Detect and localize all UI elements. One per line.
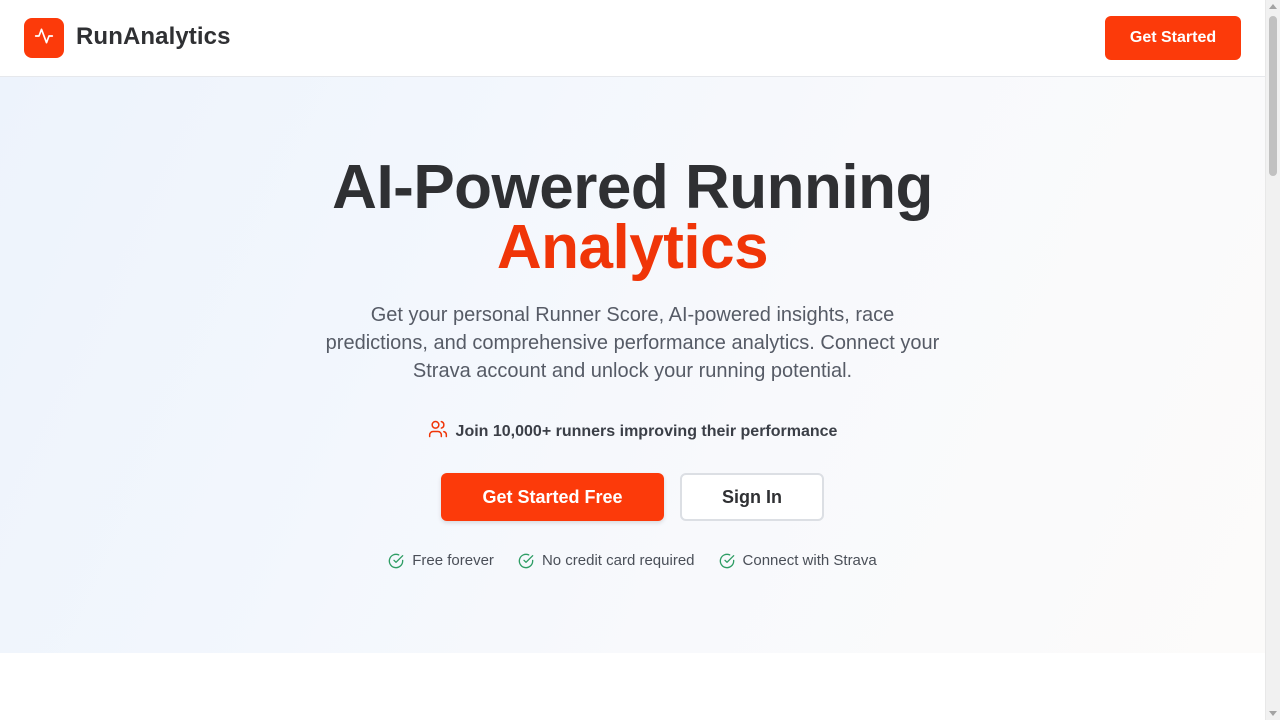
logo[interactable] <box>24 18 64 58</box>
sign-in-button[interactable]: Sign In <box>680 473 824 521</box>
get-started-button[interactable]: Get Started <box>1105 16 1241 60</box>
scroll-down-arrow[interactable] <box>1269 711 1277 716</box>
get-started-free-button[interactable]: Get Started Free <box>441 473 664 521</box>
users-icon <box>428 419 448 444</box>
check-circle-icon <box>518 553 534 569</box>
social-proof-text: Join 10,000+ runners improving their per… <box>455 422 838 440</box>
activity-icon <box>34 26 54 51</box>
check-circle-icon <box>719 553 735 569</box>
scroll-up-arrow[interactable] <box>1269 4 1277 9</box>
top-nav: RunAnalytics Get Started <box>0 0 1265 77</box>
scrollbar-thumb[interactable] <box>1269 16 1277 176</box>
hero-title-accent: Analytics <box>496 213 769 282</box>
hero-title: AI-Powered Running <box>332 153 933 222</box>
hero-section: AI-Powered Running Analytics Get your pe… <box>0 77 1265 653</box>
hero-subtitle: Get your personal Runner Score, AI-power… <box>325 304 940 382</box>
feature-list: Free forever No credit card required Con… <box>0 552 1265 569</box>
feature-label: Free forever <box>412 552 494 569</box>
social-proof: Join 10,000+ runners improving their per… <box>0 419 1265 444</box>
feature-label: Connect with Strava <box>742 552 877 569</box>
vertical-scrollbar[interactable] <box>1265 0 1280 720</box>
brand-name[interactable]: RunAnalytics <box>76 23 231 51</box>
check-circle-icon <box>388 553 404 569</box>
feature-item: Connect with Strava <box>719 552 877 569</box>
feature-label: No credit card required <box>541 552 695 569</box>
feature-item: Free forever <box>388 552 494 569</box>
landing-page: RunAnalytics Get Started AI-Powered Runn… <box>0 0 1265 720</box>
feature-item: No credit card required <box>518 552 695 569</box>
